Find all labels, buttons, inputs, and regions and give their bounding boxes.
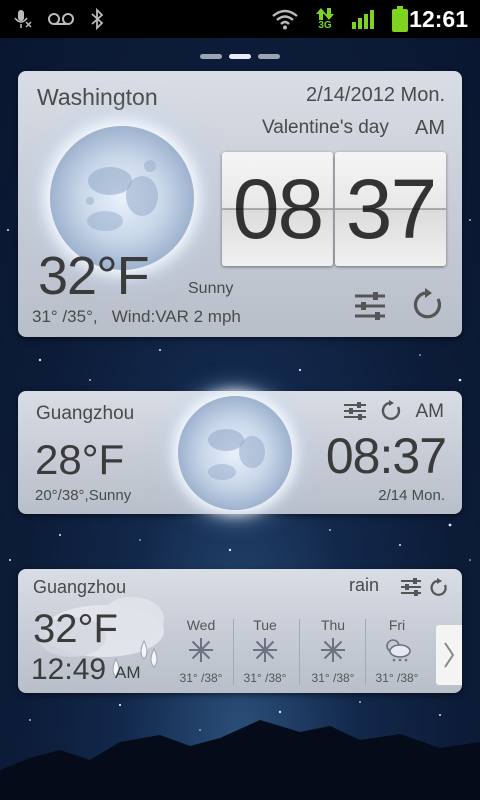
date-label: 2/14/2012 Mon. bbox=[306, 84, 445, 106]
signal-icon bbox=[350, 0, 378, 38]
refresh-icon[interactable] bbox=[428, 577, 450, 599]
flip-clock-hour[interactable]: 08 bbox=[222, 152, 333, 266]
current-temperature: 28°F bbox=[35, 436, 125, 483]
data-arrows-icon: 3G bbox=[312, 0, 338, 38]
flip-seam bbox=[222, 208, 333, 210]
city-name: Washington bbox=[37, 84, 158, 110]
weather-clock-widget-large[interactable]: Washington 2/14/2012 Mon. Valentine's da… bbox=[18, 71, 462, 337]
status-clock: 12:61 bbox=[409, 6, 468, 32]
weather-forecast-widget[interactable]: Guangzhou rain 32°F 12:49 AM Wed 31° /38… bbox=[18, 569, 462, 693]
settings-sliders-icon[interactable] bbox=[342, 401, 368, 421]
temp-range-condition: 20°/38°,Sunny bbox=[35, 487, 132, 504]
forecast-day: Wed 31° /38° bbox=[169, 615, 233, 691]
temp-range-wind: 31° /35°, Wind:VAR 2 mph bbox=[32, 307, 241, 326]
full-moon-icon bbox=[178, 396, 292, 510]
next-forecast-button[interactable] bbox=[436, 625, 462, 685]
home-page-indicator bbox=[0, 54, 480, 60]
weather-condition: rain bbox=[349, 575, 380, 595]
forecast-day-label: Wed bbox=[186, 617, 216, 633]
mic-muted-icon bbox=[10, 0, 34, 38]
mountain-silhouette bbox=[0, 720, 480, 800]
snowflake-icon bbox=[189, 638, 213, 662]
flip-clock-minute[interactable]: 37 bbox=[335, 152, 446, 266]
weather-condition: Sunny bbox=[188, 280, 234, 297]
chevron-right-icon bbox=[444, 642, 455, 668]
holiday-label: Valentine's day bbox=[262, 117, 389, 138]
network-type-label: 3G bbox=[318, 20, 332, 31]
forecast-day: Thu 31° /38° bbox=[301, 615, 365, 691]
forecast-divider bbox=[299, 619, 300, 685]
status-bar: 3G 12:61 bbox=[0, 0, 480, 38]
bluetooth-icon bbox=[88, 0, 106, 38]
voicemail-icon bbox=[46, 0, 76, 38]
partly-cloudy-snow-icon bbox=[386, 639, 411, 662]
current-temperature: 32°F bbox=[33, 607, 118, 651]
current-temperature: 32°F bbox=[38, 246, 150, 306]
snowflake-icon bbox=[253, 638, 277, 662]
forecast-day: Tue 31° /38° bbox=[233, 615, 297, 691]
digital-clock[interactable]: 08:37 bbox=[326, 427, 447, 485]
snowflake-icon bbox=[321, 638, 345, 662]
settings-sliders-icon[interactable] bbox=[352, 288, 388, 324]
digital-clock[interactable]: 12:49 bbox=[31, 653, 106, 687]
page-dot-active bbox=[229, 54, 251, 59]
ampm-label: AM bbox=[415, 117, 445, 139]
forecast-day-label: Fri bbox=[388, 617, 406, 633]
settings-sliders-icon[interactable] bbox=[399, 577, 423, 597]
battery-icon bbox=[390, 0, 410, 38]
forecast-day: Fri 31° /38° bbox=[365, 615, 429, 691]
forecast-temp-range: 31° /38° bbox=[311, 671, 355, 685]
forecast-day-label: Thu bbox=[320, 617, 346, 633]
forecast-day-label: Tue bbox=[253, 617, 277, 633]
forecast-temp-range: 31° /38° bbox=[243, 671, 287, 685]
forecast-temp-range: 31° /38° bbox=[179, 671, 223, 685]
page-dot bbox=[200, 54, 222, 59]
city-name: Guangzhou bbox=[36, 403, 135, 424]
refresh-icon[interactable] bbox=[409, 286, 447, 324]
forecast-temp-range: 31° /38° bbox=[375, 671, 419, 685]
flip-seam bbox=[335, 208, 446, 210]
weather-clock-widget-medium[interactable]: Guangzhou AM 28°F 20°/38°,Sunny 08:37 2/… bbox=[18, 391, 462, 514]
wifi-icon bbox=[268, 0, 302, 38]
page-dot bbox=[258, 54, 280, 59]
ampm-label: AM bbox=[115, 663, 141, 682]
ampm-label: AM bbox=[415, 401, 445, 422]
date-label: 2/14 Mon. bbox=[378, 487, 445, 504]
refresh-icon[interactable] bbox=[379, 399, 403, 423]
